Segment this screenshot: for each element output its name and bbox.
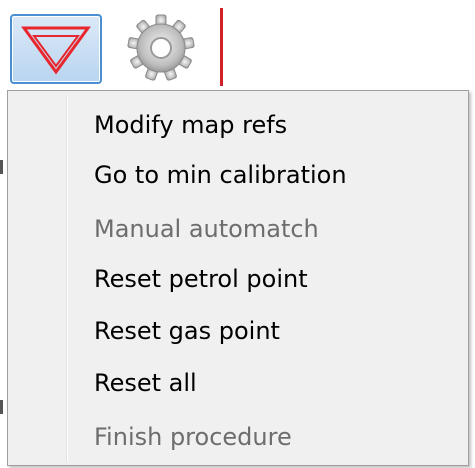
edge-tick	[0, 400, 3, 414]
gear-icon	[127, 14, 195, 81]
menu-item-modify-map-refs[interactable]: Modify map refs	[12, 102, 464, 148]
filter-button[interactable]	[10, 14, 102, 84]
menu-item-reset-petrol-point[interactable]: Reset petrol point	[12, 256, 464, 302]
context-menu: Modify map refs Go to min calibration Ma…	[7, 90, 469, 466]
screen: Modify map refs Go to min calibration Ma…	[0, 0, 475, 468]
edge-tick	[0, 160, 3, 174]
red-divider	[220, 8, 223, 86]
menu-item-finish-procedure: Finish procedure	[94, 423, 292, 451]
menu-item-reset-all[interactable]: Reset all	[12, 360, 464, 406]
menu-item-manual-automatch: Manual automatch	[94, 215, 319, 243]
funnel-triangle-icon	[21, 26, 91, 75]
menu-item-go-to-min-calibration[interactable]: Go to min calibration	[12, 152, 464, 198]
menu-item-reset-gas-point[interactable]: Reset gas point	[12, 308, 464, 354]
settings-button[interactable]	[118, 12, 204, 84]
